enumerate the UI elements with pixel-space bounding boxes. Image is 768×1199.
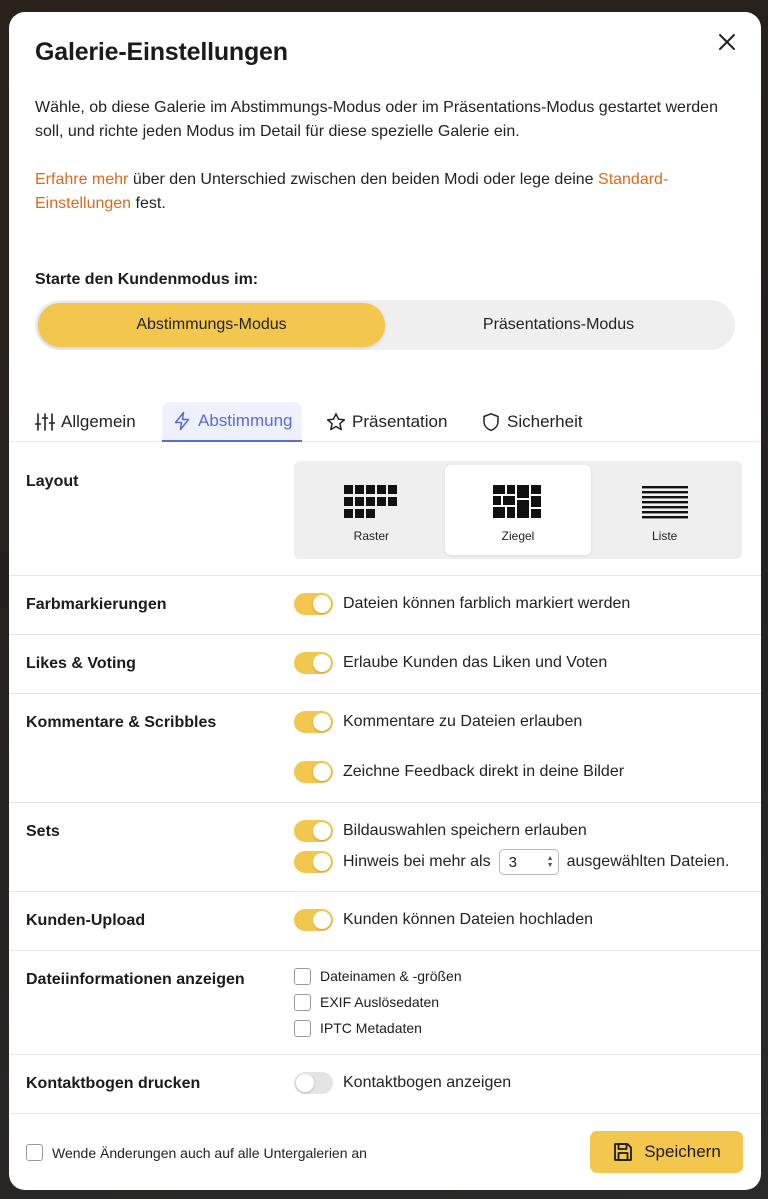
- tab-voting[interactable]: Abstimmung: [162, 402, 303, 442]
- exif-label: EXIF Auslösedaten: [320, 994, 440, 1010]
- scribbles-toggle[interactable]: [294, 761, 333, 783]
- sets-save-text: Bildauswahlen speichern erlauben: [343, 822, 587, 839]
- file-info-options: Dateinamen & -größen EXIF Auslösedaten I…: [294, 963, 462, 1041]
- sets-hint-toggle[interactable]: [294, 851, 333, 873]
- sets-hint-suffix: ausgewählten Dateien.: [566, 853, 730, 870]
- upload-control: Kunden können Dateien hochladen: [294, 909, 593, 931]
- likes-text: Erlaube Kunden das Liken und Voten: [343, 654, 608, 671]
- row-likes: Likes & Voting Erlaube Kunden das Liken …: [9, 635, 761, 694]
- iptc-checkbox[interactable]: [294, 1019, 311, 1037]
- sets-hint-value: 3: [508, 853, 517, 871]
- upload-label: Kunden-Upload: [26, 912, 146, 929]
- iptc-label: IPTC Metadaten: [320, 1020, 422, 1036]
- color-marks-text: Dateien können farblich markiert werden: [343, 595, 631, 612]
- mode-voting-button[interactable]: Abstimmungs-Modus: [38, 303, 385, 347]
- row-file-info: Dateiinformationen anzeigen Dateinamen &…: [9, 951, 761, 1055]
- settings-tabs: Allgemein Abstimmung Präsentation Sicher…: [9, 402, 761, 442]
- layout-label: Layout: [26, 473, 79, 490]
- likes-label: Likes & Voting: [26, 655, 136, 672]
- comments-text: Kommentare zu Dateien erlauben: [343, 713, 583, 730]
- settings-list: Layout Raster Ziegel Liste Farbmarkierun…: [9, 443, 761, 1114]
- layout-brick-label: Ziegel: [501, 529, 535, 543]
- file-info-label: Dateiinformationen anzeigen: [26, 971, 245, 988]
- layout-list-label: Liste: [652, 529, 678, 543]
- contact-sheet-label: Kontaktbogen drucken: [26, 1075, 201, 1092]
- save-icon: [614, 1143, 633, 1161]
- dialog-footer: Wende Änderungen auch auf alle Untergale…: [9, 1112, 761, 1190]
- comments-label: Kommentare & Scribbles: [26, 714, 217, 731]
- row-upload: Kunden-Upload Kunden können Dateien hoch…: [9, 892, 761, 951]
- mode-presentation-button[interactable]: Präsentations-Modus: [385, 303, 732, 347]
- brick-layout-icon: [493, 485, 541, 518]
- contact-sheet-toggle[interactable]: [294, 1072, 333, 1094]
- close-icon[interactable]: [715, 30, 739, 54]
- sets-save-control: Bildauswahlen speichern erlauben: [294, 820, 587, 842]
- file-names-label: Dateinamen & -größen: [320, 968, 462, 984]
- save-label: Speichern: [644, 1142, 721, 1161]
- learn-more-link[interactable]: Erfahre mehr: [35, 171, 128, 188]
- save-button[interactable]: Speichern: [590, 1131, 743, 1173]
- sliders-icon: [35, 412, 55, 431]
- start-mode-label: Starte den Kundenmodus im:: [35, 271, 259, 288]
- comments-control: Kommentare zu Dateien erlauben: [294, 711, 582, 733]
- start-mode-selector: Abstimmungs-Modus Präsentations-Modus: [35, 300, 735, 350]
- file-info-option-exif: EXIF Auslösedaten: [294, 989, 462, 1015]
- shield-icon: [483, 412, 499, 431]
- layout-grid-label: Raster: [353, 529, 389, 543]
- tab-general[interactable]: Allgemein: [25, 402, 146, 441]
- sets-label: Sets: [26, 823, 60, 840]
- apply-subgalleries-label: Wende Änderungen auch auf alle Untergale…: [52, 1144, 367, 1161]
- upload-text: Kunden können Dateien hochladen: [343, 911, 593, 928]
- intro-section: Wähle, ob diese Galerie im Abstimmungs-M…: [35, 96, 725, 240]
- row-comments: Kommentare & Scribbles Kommentare zu Dat…: [9, 694, 761, 803]
- tab-presentation[interactable]: Präsentation: [316, 402, 457, 441]
- sets-hint-prefix: Hinweis bei mehr als: [343, 853, 491, 870]
- color-marks-toggle[interactable]: [294, 593, 333, 615]
- scribbles-control: Zeichne Feedback direkt in deine Bilder: [294, 761, 624, 783]
- file-names-checkbox[interactable]: [294, 967, 311, 985]
- dialog-title: Galerie-Einstellungen: [35, 38, 288, 66]
- color-marks-control: Dateien können farblich markiert werden: [294, 593, 630, 615]
- tab-presentation-label: Präsentation: [352, 411, 448, 431]
- sets-hint-control: Hinweis bei mehr als 3 ▲ ▼ ausgewählten D…: [294, 849, 729, 875]
- layout-option-list[interactable]: Liste: [591, 465, 738, 555]
- tab-security-label: Sicherheit: [507, 411, 583, 431]
- layout-option-brick[interactable]: Ziegel: [444, 465, 592, 555]
- sets-save-toggle[interactable]: [294, 820, 333, 842]
- grid-layout-icon: [344, 485, 398, 518]
- sets-hint-number-input[interactable]: 3 ▲ ▼: [498, 849, 559, 875]
- layout-option-grid[interactable]: Raster: [298, 465, 445, 555]
- likes-toggle[interactable]: [294, 652, 333, 674]
- intro-text: Wähle, ob diese Galerie im Abstimmungs-M…: [35, 99, 718, 140]
- row-color-marks: Farbmarkierungen Dateien können farblich…: [9, 576, 761, 635]
- apply-subgalleries-option: Wende Änderungen auch auf alle Untergale…: [26, 1144, 367, 1161]
- exif-checkbox[interactable]: [294, 993, 311, 1011]
- contact-sheet-text: Kontaktbogen anzeigen: [343, 1074, 512, 1091]
- comments-toggle[interactable]: [294, 711, 333, 733]
- row-sets: Sets Bildauswahlen speichern erlauben Hi…: [9, 803, 761, 892]
- row-layout: Layout Raster Ziegel Liste: [9, 443, 761, 576]
- stepper-arrows-icon[interactable]: ▲ ▼: [547, 855, 554, 869]
- tab-security[interactable]: Sicherheit: [471, 402, 593, 441]
- star-icon: [326, 412, 346, 430]
- file-info-option-iptc: IPTC Metadaten: [294, 1015, 462, 1041]
- settings-dialog: Galerie-Einstellungen Wähle, ob diese Ga…: [9, 12, 761, 1190]
- color-marks-label: Farbmarkierungen: [26, 596, 167, 613]
- likes-control: Erlaube Kunden das Liken und Voten: [294, 652, 607, 674]
- layout-selector: Raster Ziegel Liste: [294, 461, 742, 559]
- learn-text-mid: über den Unterschied zwischen den beiden…: [128, 171, 599, 188]
- learn-text-end: fest.: [131, 195, 166, 212]
- apply-subgalleries-checkbox[interactable]: [26, 1144, 43, 1161]
- tab-general-label: Allgemein: [61, 411, 136, 431]
- contact-sheet-control: Kontaktbogen anzeigen: [294, 1072, 511, 1094]
- upload-toggle[interactable]: [294, 909, 333, 931]
- learn-more-text: Erfahre mehr über den Unterschied zwisch…: [35, 168, 725, 216]
- row-contact-sheet: Kontaktbogen drucken Kontaktbogen anzeig…: [9, 1055, 761, 1114]
- list-layout-icon: [641, 486, 688, 519]
- lightning-icon: [174, 411, 190, 431]
- file-info-option-names: Dateinamen & -größen: [294, 963, 462, 989]
- tab-voting-label: Abstimmung: [198, 411, 293, 430]
- scribbles-text: Zeichne Feedback direkt in deine Bilder: [343, 763, 625, 780]
